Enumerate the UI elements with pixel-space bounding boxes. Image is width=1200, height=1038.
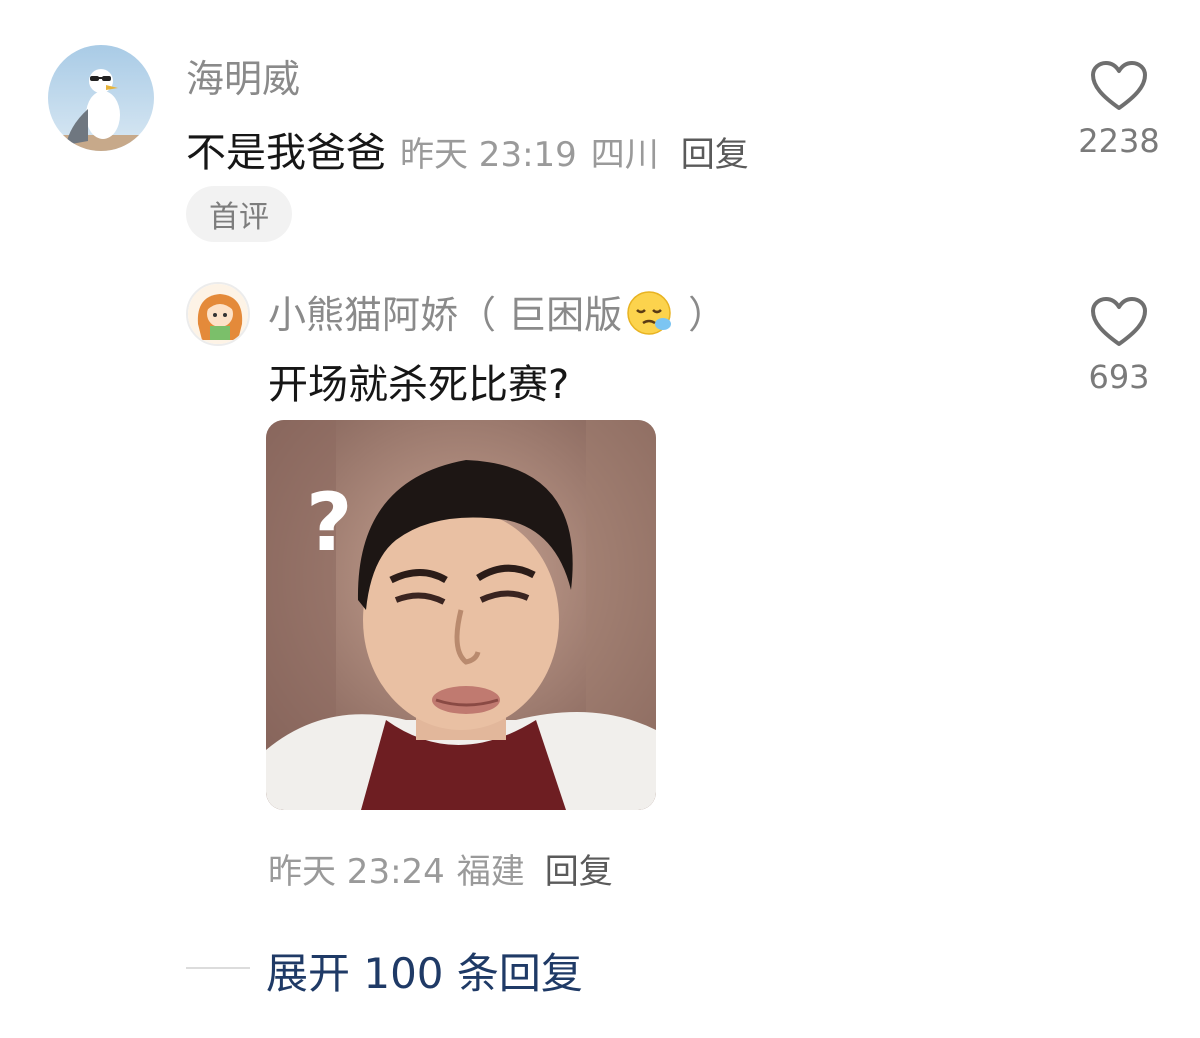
expand-divider — [186, 967, 250, 969]
expand-replies-button[interactable]: 展开 100 条回复 — [266, 940, 583, 1001]
comment-location: 四川 — [590, 135, 659, 175]
comment-like-count: 2238 — [1078, 122, 1160, 160]
anime-girl-avatar-icon — [188, 284, 248, 344]
seagull-with-sunglasses-avatar-icon — [48, 45, 154, 151]
replier-username-text: 小熊猫阿娇（ 巨困版 — [268, 293, 623, 337]
replier-avatar[interactable] — [186, 282, 250, 346]
comment-content-line: 不是我爸爸 昨天 23:19 四川 回复 — [186, 120, 749, 178]
comment-reply-button[interactable]: 回复 — [681, 127, 749, 176]
reply-text: 开场就杀死比赛? — [268, 362, 570, 408]
commenter-avatar[interactable] — [48, 45, 154, 151]
reply-like-count: 693 — [1088, 358, 1150, 396]
heart-icon — [1091, 61, 1147, 110]
reply-like-button[interactable]: 693 — [1064, 296, 1174, 396]
reply-reply-button[interactable]: 回复 — [545, 844, 613, 893]
replier-username[interactable]: 小熊猫阿娇（ 巨困版 ） — [268, 284, 726, 345]
confused-man-meme-sticker-icon: ? — [266, 420, 656, 810]
heart-icon — [1091, 297, 1147, 346]
reply-location: 福建 — [456, 852, 525, 892]
reply-time: 昨天 23:24 — [268, 852, 445, 892]
first-comment-badge: 首评 — [186, 186, 292, 242]
comment-like-button[interactable]: 2238 — [1064, 60, 1174, 160]
comment-time: 昨天 23:19 — [400, 135, 577, 175]
sleepy-face-emoji-icon — [626, 290, 672, 345]
commenter-username[interactable]: 海明威 — [186, 48, 300, 103]
reply-meta-line: 昨天 23:24 福建 回复 — [268, 844, 613, 893]
reply-content-line: 开场就杀死比赛? — [268, 352, 569, 410]
sticker-question-mark: ? — [306, 476, 352, 569]
replier-username-suffix: ） — [676, 293, 727, 337]
comment-text: 不是我爸爸 — [186, 130, 386, 176]
reply-sticker-image[interactable]: ? — [266, 420, 656, 810]
